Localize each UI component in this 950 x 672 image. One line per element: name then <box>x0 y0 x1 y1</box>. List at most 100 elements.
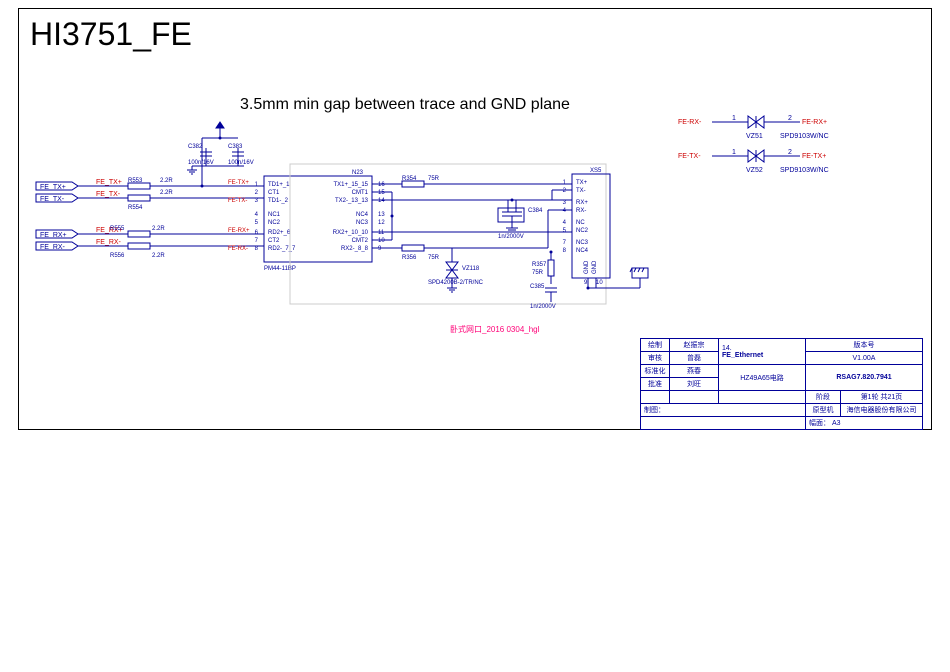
tb-type: 原型机 <box>806 404 841 417</box>
xs5-p1: TX+ <box>576 180 588 186</box>
svg-text:4: 4 <box>255 212 259 218</box>
r356-ref: R356 <box>402 255 417 261</box>
tb-model: HZ49A65电路 <box>719 365 806 391</box>
net-fe-rx-minus: FE_RX- <box>96 239 122 246</box>
netlabel-fetx-plus: FE-TX+ <box>228 180 249 186</box>
n23-p1: TD1+_1 <box>268 182 290 188</box>
c384-val: 1n/2000V <box>498 234 524 240</box>
xs5-p2: TX- <box>576 188 586 194</box>
page-title: HI3751_FE <box>30 16 192 53</box>
c385-ref: C385 <box>530 284 545 290</box>
tb-r1b: 赵振宗 <box>670 339 719 352</box>
svg-text:5: 5 <box>563 228 567 234</box>
r554-ref: R554 <box>128 205 143 211</box>
n23-p11: RX2+_10_10 <box>333 230 369 236</box>
svg-text:2: 2 <box>563 188 567 194</box>
tb-r1a: 绘制 <box>641 339 670 352</box>
n23-part: PM44-11BP <box>264 266 296 272</box>
n23-p9: RX2-_8_8 <box>341 246 369 252</box>
netlabel-fetx-minus: FE-TX- <box>228 198 247 204</box>
svg-text:6: 6 <box>255 230 259 236</box>
port-fe-rx-plus: FE_RX+ <box>40 232 67 239</box>
svg-text:1: 1 <box>563 180 567 186</box>
tb-r2a: 审核 <box>641 352 670 365</box>
xs5-p5: NC <box>576 220 585 226</box>
tb-company: 海信电器股份有限公司 <box>841 404 923 417</box>
tb-stage-val: 第1轮 共21页 <box>841 391 923 404</box>
r556-val: 2.2R <box>152 253 165 259</box>
c383-val: 100n/16V <box>228 160 254 166</box>
xs5-p7: NC3 <box>576 240 589 246</box>
svg-text:3: 3 <box>255 198 259 204</box>
n23-p14: TX2-_13_13 <box>335 198 369 204</box>
vz52-part: SPD9103W/NC <box>780 167 829 174</box>
tb-r3a: 标准化 <box>641 365 670 378</box>
tvs1-net-b: FE-RX+ <box>802 119 827 126</box>
tb-stage: 阶段 <box>806 391 841 404</box>
svg-text:7: 7 <box>563 240 567 246</box>
n23-p3: TD1-_2 <box>268 198 289 204</box>
xs5-ref: XS5 <box>590 168 602 174</box>
tb-project: RSAG7.820.7941 <box>806 365 923 391</box>
tb-r2b: 曾磊 <box>670 352 719 365</box>
svg-text:1: 1 <box>732 115 736 122</box>
svg-text:2: 2 <box>255 190 259 196</box>
netlabel-ferx-plus: FE-RX+ <box>228 228 250 234</box>
tvs2-net-a: FE-TX- <box>678 153 701 160</box>
vz51-part: SPD9103W/NC <box>780 133 829 140</box>
svg-text:4: 4 <box>563 220 567 226</box>
tb-r4a: 批准 <box>641 378 670 391</box>
schematic-canvas: FE_TX+ FE_TX- FE_RX+ FE_RX- FE_TX+ FE_TX… <box>32 112 932 322</box>
n23-ref: N23 <box>352 170 364 176</box>
tvs1-net-a: FE-RX- <box>678 119 702 126</box>
r354-ref: R354 <box>402 176 417 182</box>
c384-ref: C384 <box>528 208 543 214</box>
xs5-p4: RX- <box>576 208 586 214</box>
r553-ref: R553 <box>128 178 143 184</box>
vz118-part: SPD4200B-2/TR/NC <box>428 280 484 286</box>
svg-text:2: 2 <box>788 115 792 122</box>
tb-r4b: 刘旺 <box>670 378 719 391</box>
svg-text:4: 4 <box>563 208 567 214</box>
r553-val: 2.2R <box>160 178 173 184</box>
port-fe-rx-minus: FE_RX- <box>40 244 66 251</box>
r554-val: 2.2R <box>160 190 173 196</box>
svg-text:11: 11 <box>378 230 385 236</box>
n23-p12: NC3 <box>356 220 369 226</box>
svg-text:16: 16 <box>378 182 385 188</box>
r357-ref: R357 <box>532 262 547 268</box>
n23-p5: NC2 <box>268 220 281 226</box>
svg-text:1: 1 <box>255 182 259 188</box>
r356-val: 75R <box>428 255 440 261</box>
n23-p8: RD2-_7_7 <box>268 246 296 252</box>
svg-text:8: 8 <box>255 246 259 252</box>
r555-ref: R555 <box>110 226 125 232</box>
tb-ver-label: 版本号 <box>806 339 923 352</box>
n23-p4: NC1 <box>268 212 281 218</box>
net-fe-tx-plus: FE_TX+ <box>96 179 122 186</box>
r354-val: 75R <box>428 176 440 182</box>
svg-text:GND: GND <box>584 260 590 274</box>
tb-drawing: 制图： <box>641 404 806 417</box>
vz118-ref: VZ118 <box>462 266 480 272</box>
tb-ver: V1.00A <box>806 352 923 365</box>
svg-text:13: 13 <box>378 212 385 218</box>
title-block: 绘制 赵振宗 14.FE_Ethernet 版本号 审核 曾磊 V1.00A 标… <box>640 338 923 430</box>
svg-text:10: 10 <box>378 238 385 244</box>
svg-text:7: 7 <box>255 238 259 244</box>
xs5-p3: RX+ <box>576 200 588 206</box>
port-fe-tx-plus: FE_TX+ <box>40 184 66 191</box>
n23-p10: CMT2 <box>352 238 369 244</box>
c383-ref: C383 <box>228 144 243 150</box>
r556-ref: R556 <box>110 253 125 259</box>
n23-p6: RD2+_6 <box>268 230 291 236</box>
tb-r3b: 燕春 <box>670 365 719 378</box>
tvs2-net-b: FE-TX+ <box>802 153 826 160</box>
revision-note: 卧式网口_2016 0304_hgl <box>450 324 539 335</box>
n23-p2: CT1 <box>268 190 280 196</box>
r357-val: 75R <box>532 270 544 276</box>
svg-text:9: 9 <box>378 246 382 252</box>
net-fe-tx-minus: FE_TX- <box>96 191 121 198</box>
svg-text:1: 1 <box>732 149 736 156</box>
c382-ref: C382 <box>188 144 203 150</box>
